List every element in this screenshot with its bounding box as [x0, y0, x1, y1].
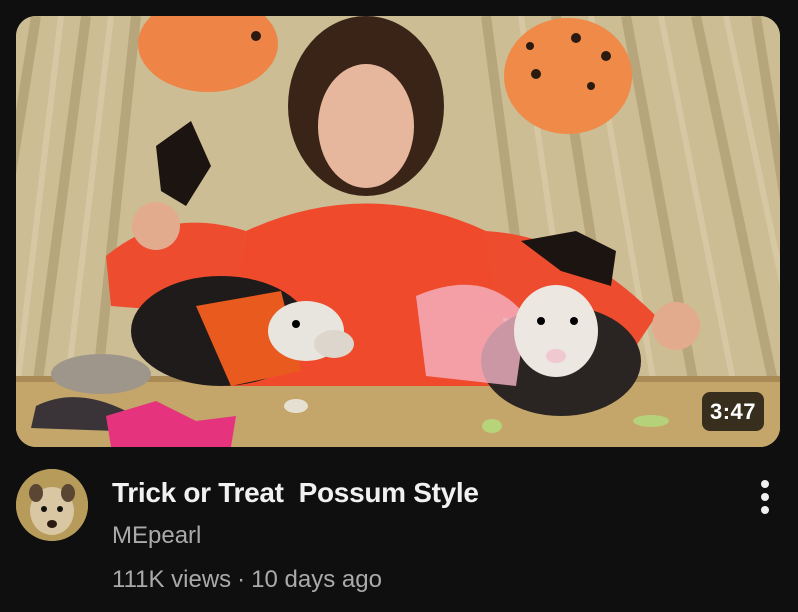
video-title[interactable]: Trick or Treat Possum Style — [112, 474, 728, 512]
upload-age: 10 days ago — [251, 566, 382, 593]
separator-dot: · — [237, 566, 246, 593]
video-stats: 111K views · 10 days ago — [112, 564, 728, 596]
possum-avatar-icon — [16, 469, 88, 541]
thumbnail-image — [16, 16, 780, 447]
video-thumbnail[interactable]: 3:47 — [16, 16, 780, 447]
more-vertical-icon[interactable] — [748, 474, 784, 518]
channel-name[interactable]: MEpearl — [112, 520, 728, 552]
video-card[interactable]: 3:47 Trick or Treat Possum Style MEpearl… — [0, 0, 798, 612]
duration-badge: 3:47 — [701, 392, 764, 431]
video-meta: Trick or Treat Possum Style MEpearl 111K… — [112, 474, 728, 596]
channel-avatar[interactable] — [16, 469, 88, 541]
view-count: 111K views — [112, 566, 232, 593]
